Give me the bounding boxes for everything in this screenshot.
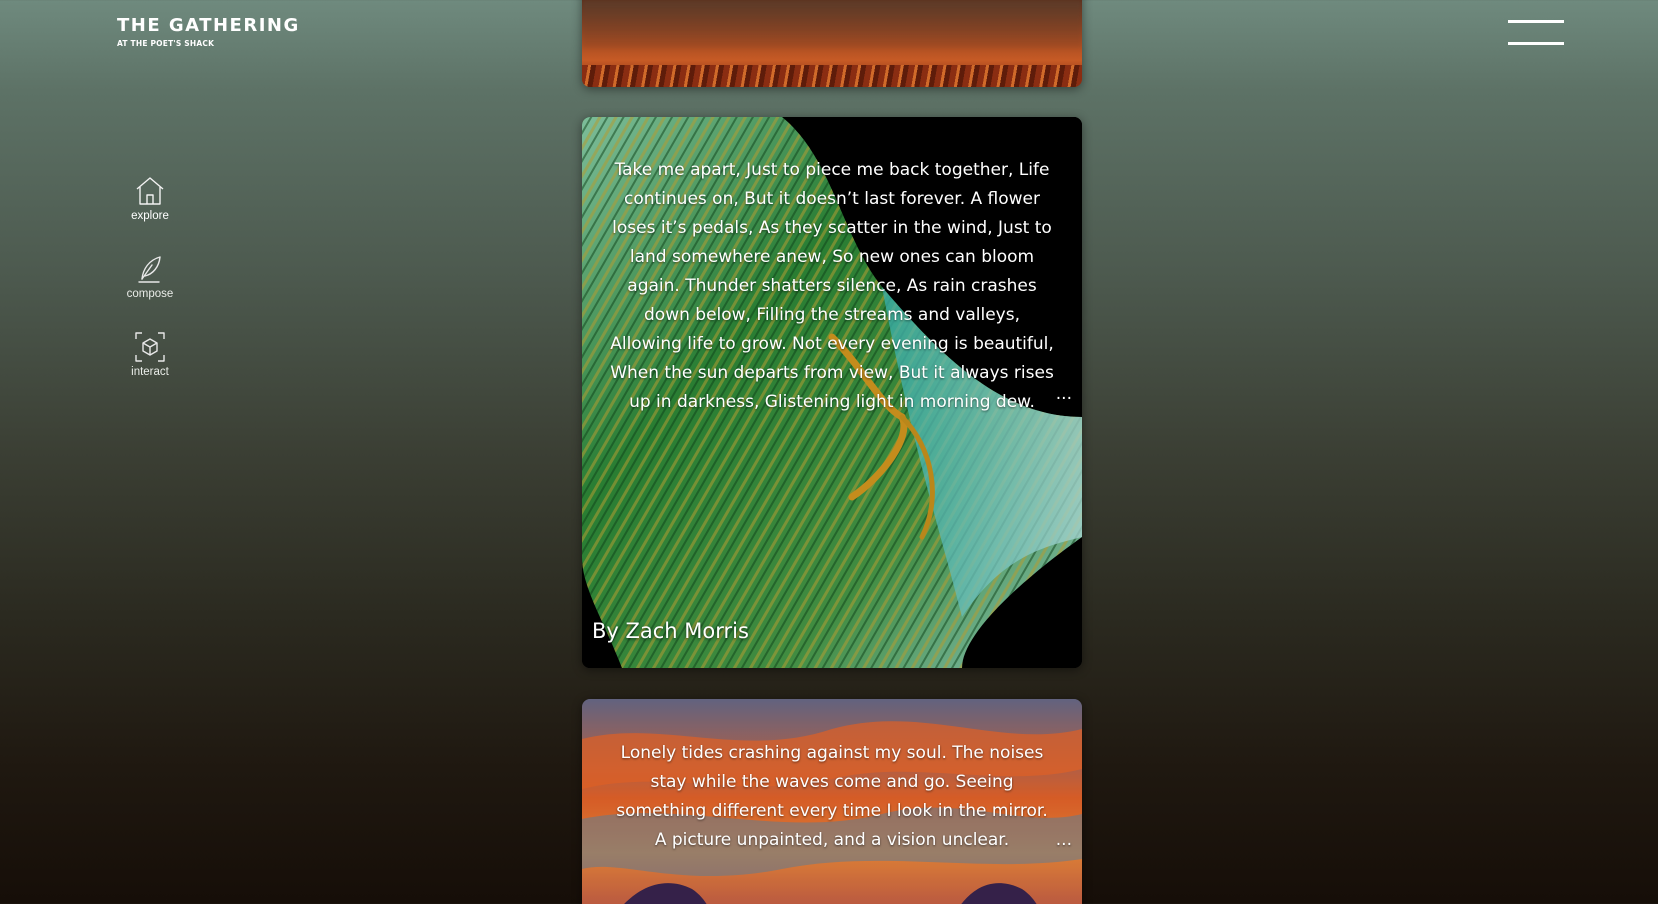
poem-author[interactable]: By Zach Morris [592,619,749,643]
brand-logo[interactable]: THE GATHERING AT THE POET'S SHACK [117,15,317,49]
hamburger-line-bottom [1508,42,1564,45]
nav-explore[interactable]: explore [110,174,190,252]
read-more-ellipsis[interactable]: ... [1056,384,1072,404]
nav-interact[interactable]: interact [110,330,190,408]
poem-card[interactable]: Lonely tides crashing against my soul. T… [582,699,1082,904]
poem-card-previous[interactable] [582,0,1082,87]
read-more-ellipsis[interactable]: ... [1056,830,1072,850]
cube-ar-icon [135,332,165,362]
poem-text: Take me apart, Just to piece me back tog… [610,160,1054,412]
site-subtitle: AT THE POET'S SHACK [117,39,215,48]
side-navigation: explore compose interact [110,174,190,408]
nav-compose[interactable]: compose [110,252,190,330]
poem-card[interactable]: Take me apart, Just to piece me back tog… [582,117,1082,668]
poem-text: Lonely tides crashing against my soul. T… [616,743,1048,850]
nav-interact-label: interact [131,366,169,378]
site-title: THE GATHERING [117,15,300,36]
hamburger-line-top [1508,20,1564,23]
nav-explore-label: explore [131,210,169,222]
card-artwork [582,65,1082,87]
home-icon [136,177,164,205]
nav-compose-label: compose [126,288,174,300]
hamburger-menu-icon[interactable] [1508,18,1564,46]
feather-quill-icon [138,256,161,283]
card-image-overlay [582,0,1082,48]
